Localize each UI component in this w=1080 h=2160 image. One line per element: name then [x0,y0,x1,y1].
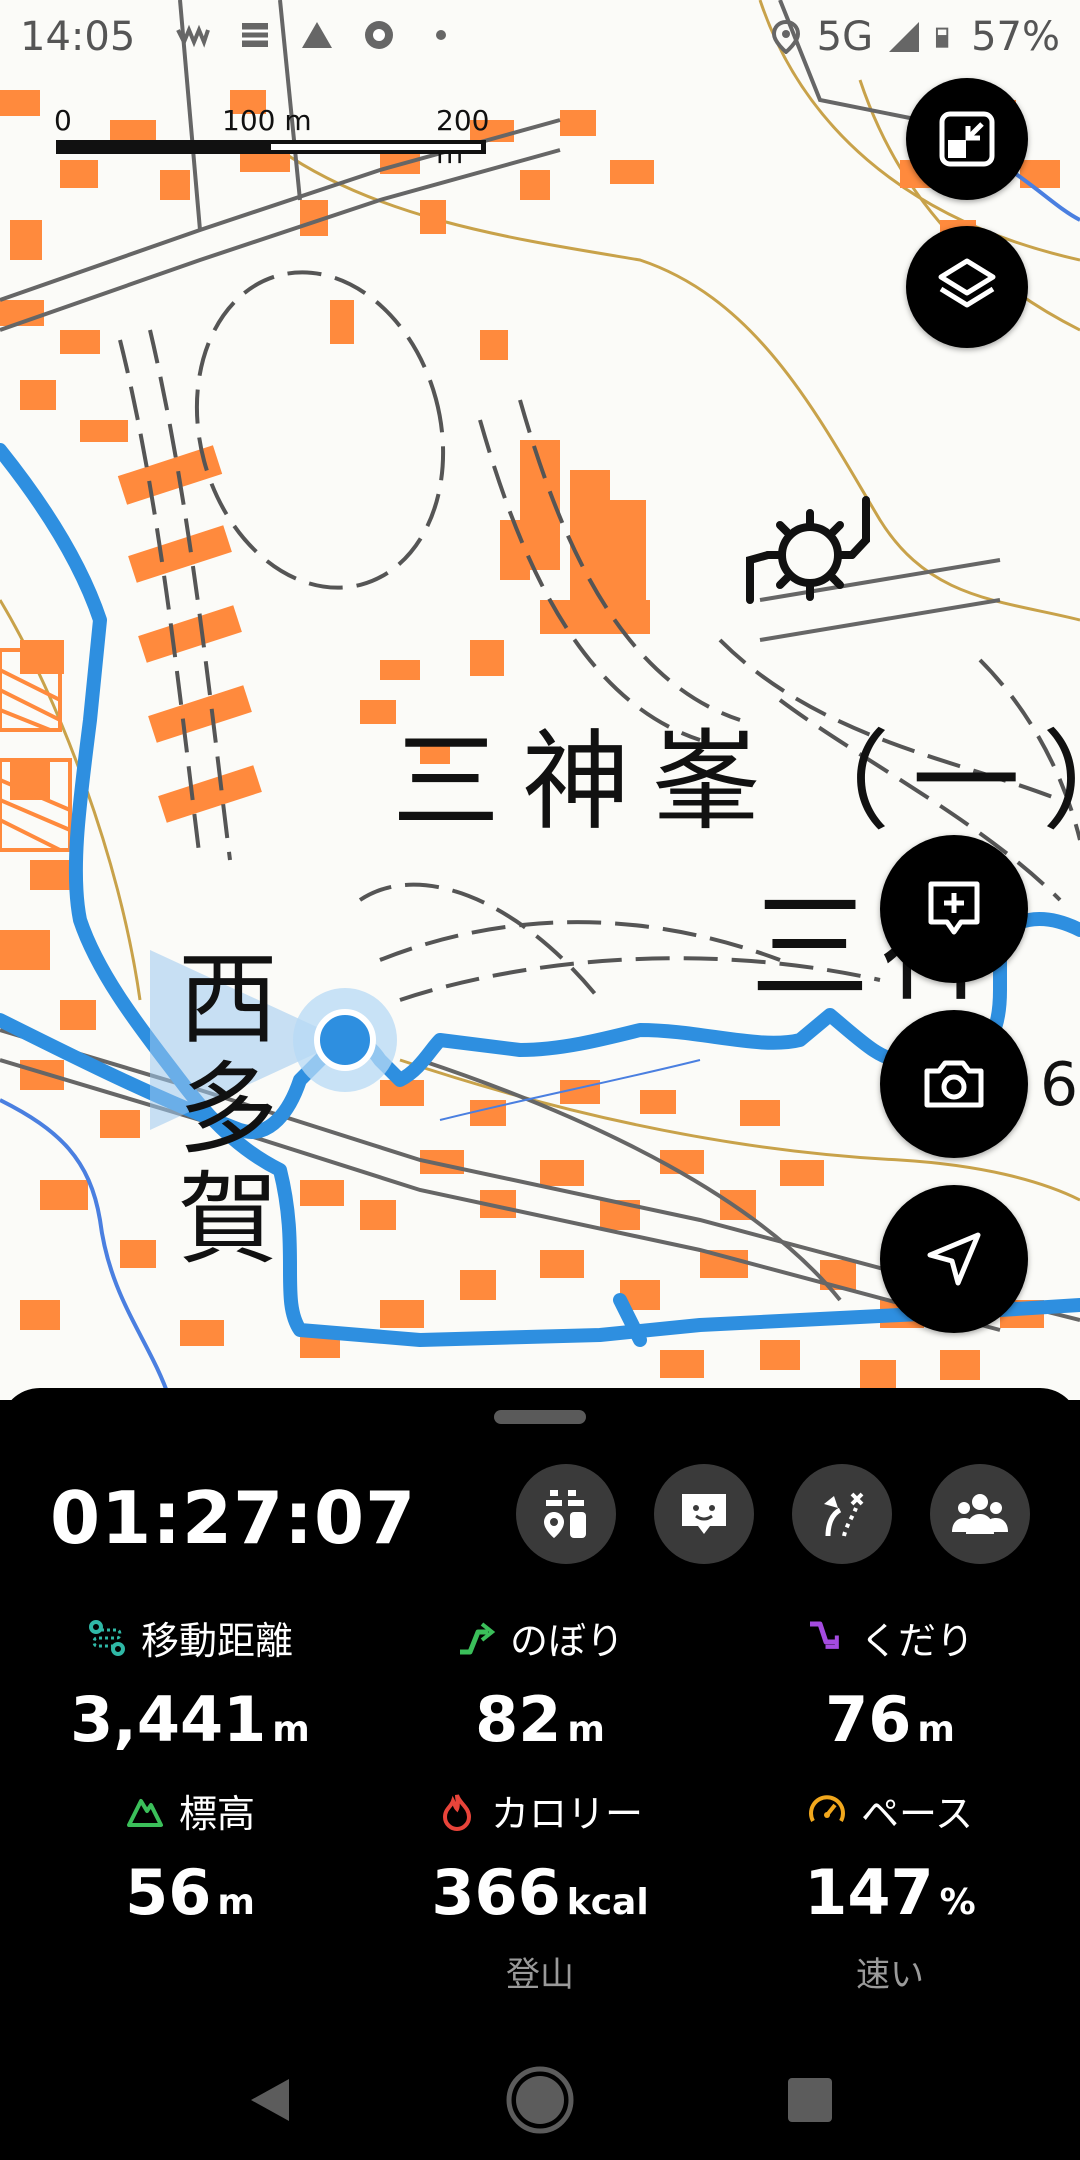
stat-ascent-label: のぼり [509,1619,624,1663]
stat-ascent-unit: m [567,1709,605,1750]
stat-descent-unit: m [917,1709,955,1750]
home-icon [506,2066,574,2134]
scale-label-end: 200 m [436,104,490,170]
stat-descent: くだり 76 m [710,1610,1070,1756]
route-icon [88,1619,125,1656]
stat-calorie-value: 366 [431,1856,561,1929]
group-icon [952,1494,1008,1534]
dot-icon [436,30,446,40]
stat-pace: ペース 147% 速い [710,1783,1070,1996]
navigate-icon [927,1232,981,1286]
ascent-icon [459,1621,496,1654]
stat-distance: 移動距離 3,441 m [10,1610,370,1756]
stat-ascent-value: 82 [475,1683,562,1756]
stat-elevation-label: 標高 [178,1792,255,1836]
recents-button[interactable] [750,2040,870,2160]
layers-button[interactable] [906,226,1028,348]
status-battery: 57% [971,14,1060,60]
notes-icon [242,23,268,47]
route-icon [824,1492,864,1537]
stat-elevation-unit: m [217,1882,255,1923]
mountain-icon [126,1798,163,1827]
mountain-icon [302,22,332,48]
stat-distance-unit: m [272,1709,310,1750]
stat-calorie-activity: 登山 [506,1955,574,1995]
location-icon [771,20,800,54]
map-view[interactable]: 三神峯（一） 西多賀 三神 6 14:05 5G 57% 0 100 m 200… [0,0,1080,1400]
map-label-sanjinmine: 三神峯（一） [392,720,1080,845]
descent-icon [809,1621,839,1649]
navigate-button[interactable] [880,1185,1028,1333]
stat-pace-value: 147 [804,1856,934,1929]
current-location-marker [314,1009,376,1071]
scale-label-start: 0 [54,104,72,137]
map-label-number: 6 [1040,1050,1079,1120]
chat-button[interactable] [654,1464,754,1564]
wave-icon [176,24,210,48]
home-button[interactable] [480,2040,600,2160]
recents-icon [788,2078,832,2122]
expand-map-button[interactable] [906,78,1028,200]
map-label-nishitaga: 西多賀 [178,941,278,1278]
add-note-button[interactable] [880,835,1028,983]
stat-pace-rating: 速い [856,1955,924,1995]
stat-elevation-value: 56 [125,1856,212,1929]
chrome-icon [365,21,393,49]
stat-descent-label: くだり [859,1619,974,1663]
flame-icon [442,1793,471,1831]
stat-pace-label: ペース [860,1792,974,1836]
stat-calorie-label: カロリー [490,1792,643,1836]
elapsed-time: 01:27:07 [50,1476,417,1560]
status-time: 14:05 [20,14,136,60]
group-button[interactable] [930,1464,1030,1564]
signal-icon [889,22,920,52]
stat-calorie-unit: kcal [566,1882,649,1923]
stat-elevation: 標高 56 m [10,1783,370,1929]
back-button[interactable] [210,2040,330,2160]
stat-descent-value: 76 [825,1683,912,1756]
stat-ascent: のぼり 82 m [360,1610,720,1756]
status-network: 5G [816,14,874,60]
speedometer-icon [809,1794,845,1822]
sheet-handle[interactable] [494,1410,586,1424]
chat-icon [682,1494,726,1534]
status-bar: 14:05 5G 57% [0,0,1080,74]
add-note-icon [928,881,980,935]
layers-icon [938,258,996,308]
system-nav-bar [0,2040,1080,2160]
scale-label-mid: 100 m [222,104,312,137]
camera-button[interactable] [880,1010,1028,1158]
back-icon [251,2079,289,2121]
route-button[interactable] [792,1464,892,1564]
battery-icon [936,27,949,48]
stat-distance-label: 移動距離 [140,1619,293,1663]
stat-pace-unit: % [939,1882,976,1923]
checkpoint-button[interactable] [516,1464,616,1564]
stat-calorie: カロリー 366 kcal 登山 [360,1783,720,1996]
stat-distance-value: 3,441 [70,1683,267,1756]
scale-bar: 0 100 m 200 m [54,104,494,170]
checkpoint-icon [544,1490,586,1538]
camera-icon [924,1060,984,1108]
expand-icon [939,111,995,167]
